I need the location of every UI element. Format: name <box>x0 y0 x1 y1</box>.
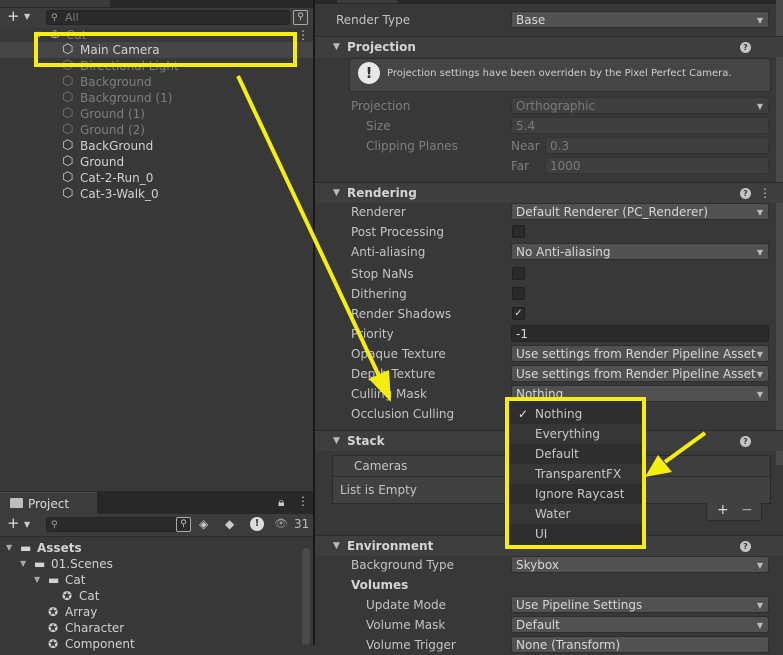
arrow-main-camera-to-culling-mask <box>236 75 391 402</box>
arrow-to-culling-popup <box>645 431 707 477</box>
annotation-arrows <box>236 75 707 477</box>
